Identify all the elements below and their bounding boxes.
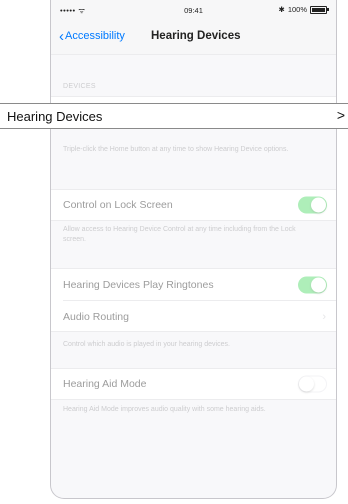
lock-screen-row[interactable]: Control on Lock Screen	[51, 189, 336, 221]
audio-routing-label: Audio Routing	[63, 310, 129, 323]
toggle-knob	[299, 376, 314, 392]
audio-group: Hearing Devices Play Ringtones Audio Rou…	[51, 268, 336, 332]
lock-screen-toggle[interactable]	[298, 196, 327, 214]
status-right: ✱ 100%	[278, 5, 329, 14]
lock-screen-footer: Allow access to Hearing Device Control a…	[63, 226, 296, 243]
audio-routing-footer: Control which audio is played in your he…	[63, 341, 230, 348]
status-bar: ••••• ᯤ 09:41 ✱ 100%	[51, 0, 336, 20]
chevron-right-icon: ›	[322, 310, 326, 323]
back-button-label: Accessibility	[65, 30, 125, 42]
toggle-knob	[311, 277, 326, 293]
hearing-aid-mode-toggle[interactable]	[298, 375, 327, 393]
ringtones-toggle[interactable]	[298, 276, 327, 294]
hearing-devices-callout[interactable]: Hearing Devices >	[0, 103, 348, 129]
navigation-bar: ‹ Accessibility Hearing Devices	[51, 20, 336, 55]
chevron-right-icon: >	[336, 107, 345, 123]
battery-icon	[310, 5, 329, 14]
battery-percent: 100%	[287, 5, 307, 14]
triple-click-footer: Triple-click the Home button at any time…	[63, 146, 289, 153]
lock-screen-label: Control on Lock Screen	[63, 199, 173, 211]
hearing-aid-mode-footer: Hearing Aid Mode improves audio quality …	[63, 406, 266, 413]
callout-label: Hearing Devices	[7, 109, 103, 124]
devices-section-header: DEVICES	[63, 83, 96, 90]
toggle-knob	[311, 197, 326, 213]
ringtones-label: Hearing Devices Play Ringtones	[63, 279, 214, 291]
ringtones-row[interactable]: Hearing Devices Play Ringtones	[51, 269, 336, 301]
back-button[interactable]: ‹ Accessibility	[59, 27, 125, 45]
hearing-aid-mode-label: Hearing Aid Mode	[63, 378, 147, 390]
page-title: Hearing Devices	[151, 30, 241, 42]
phone-screen: ••••• ᯤ 09:41 ✱ 100% ‹ Accessibility Hea…	[50, 0, 337, 499]
bluetooth-icon: ✱	[278, 5, 285, 14]
hearing-aid-mode-row[interactable]: Hearing Aid Mode	[51, 368, 336, 400]
chevron-left-icon: ‹	[59, 27, 64, 45]
audio-routing-row[interactable]: Audio Routing ›	[51, 301, 336, 332]
